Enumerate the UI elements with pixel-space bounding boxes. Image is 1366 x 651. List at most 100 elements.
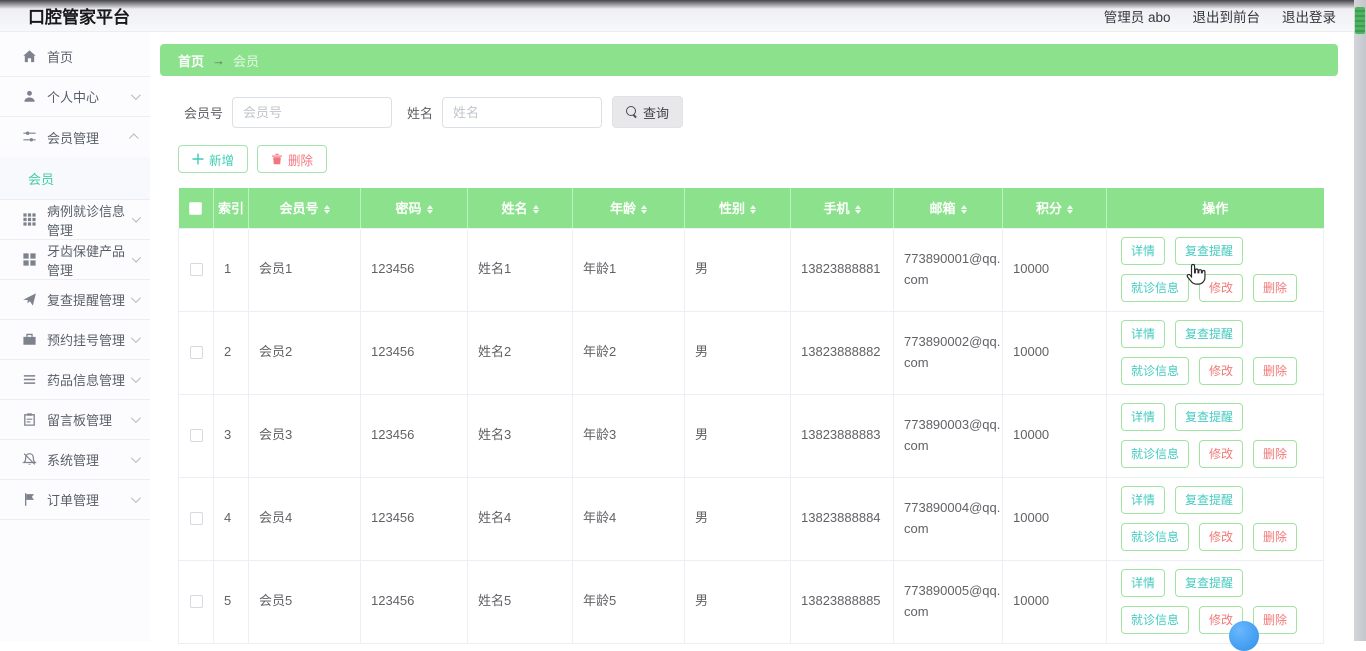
visit-info-button[interactable]: 就诊信息 bbox=[1121, 357, 1190, 385]
detail-button[interactable]: 详情 bbox=[1121, 320, 1166, 348]
edit-button[interactable]: 修改 bbox=[1199, 523, 1244, 551]
row-checkbox[interactable] bbox=[189, 595, 203, 609]
cell-points: 10000 bbox=[1002, 393, 1107, 478]
clipboard-icon bbox=[22, 412, 38, 428]
row-delete-button[interactable]: 删除 bbox=[1253, 274, 1298, 302]
edit-button[interactable]: 修改 bbox=[1199, 357, 1244, 385]
sidebar-item-home[interactable]: 首页 bbox=[0, 37, 150, 77]
visit-info-button[interactable]: 就诊信息 bbox=[1121, 274, 1190, 302]
cell-age: 年龄5 bbox=[572, 559, 685, 644]
detail-button[interactable]: 详情 bbox=[1121, 403, 1166, 431]
col-phone[interactable]: 手机 bbox=[790, 188, 894, 228]
chevron-down-icon bbox=[130, 373, 141, 384]
table-row: 2 会员2 123456 姓名2 年龄2 男 13823888882 77389… bbox=[178, 310, 1324, 395]
col-points[interactable]: 积分 bbox=[1002, 188, 1107, 228]
recheck-remind-button[interactable]: 复查提醒 bbox=[1175, 237, 1244, 265]
table-body: 1 会员1 123456 姓名1 年龄1 男 13823888881 77389… bbox=[178, 227, 1324, 644]
blocks-icon bbox=[22, 252, 38, 268]
visit-info-button[interactable]: 就诊信息 bbox=[1121, 440, 1190, 468]
edit-button[interactable]: 修改 bbox=[1199, 274, 1244, 302]
row-checkbox[interactable] bbox=[189, 263, 203, 277]
sort-icon[interactable] bbox=[532, 202, 539, 218]
recheck-remind-button[interactable]: 复查提醒 bbox=[1175, 320, 1244, 348]
col-member-no[interactable]: 会员号 bbox=[248, 188, 361, 228]
sidebar-subitem-member[interactable]: 会员 bbox=[0, 157, 150, 199]
sidebar-item-recheck-reminder[interactable]: 复查提醒管理 bbox=[0, 280, 150, 320]
cell-password: 123456 bbox=[360, 310, 468, 395]
breadcrumb-home[interactable]: 首页 bbox=[178, 51, 204, 70]
cell-password: 123456 bbox=[360, 476, 468, 561]
cell-points: 10000 bbox=[1002, 227, 1107, 312]
cell-phone: 13823888884 bbox=[790, 476, 894, 561]
col-age[interactable]: 年龄 bbox=[572, 188, 685, 228]
sidebar-item-medicine-info[interactable]: 药品信息管理 bbox=[0, 360, 150, 400]
sort-icon[interactable] bbox=[1067, 202, 1073, 218]
col-password[interactable]: 密码 bbox=[360, 188, 468, 228]
chevron-down-icon bbox=[130, 493, 141, 504]
breadcrumb: 首页 → 会员 bbox=[160, 44, 1338, 76]
delete-button[interactable]: 删除 bbox=[257, 145, 328, 173]
search-icon bbox=[626, 106, 638, 118]
row-delete-button[interactable]: 删除 bbox=[1253, 523, 1298, 551]
member-no-input[interactable] bbox=[232, 96, 393, 128]
recheck-remind-button[interactable]: 复查提醒 bbox=[1175, 569, 1244, 597]
sort-icon[interactable] bbox=[641, 202, 647, 218]
table-row: 5 会员5 123456 姓名5 年龄5 男 13823888885 77389… bbox=[178, 559, 1324, 644]
breadcrumb-arrow: → bbox=[212, 52, 226, 68]
sidebar-item-label: 复查提醒管理 bbox=[47, 293, 126, 308]
detail-button[interactable]: 详情 bbox=[1121, 486, 1166, 514]
sort-icon[interactable] bbox=[854, 202, 861, 218]
breadcrumb-current: 会员 bbox=[233, 53, 260, 69]
select-all-checkbox[interactable] bbox=[189, 202, 203, 216]
grid-icon bbox=[22, 212, 38, 228]
cell-password: 123456 bbox=[360, 227, 468, 312]
col-name[interactable]: 姓名 bbox=[467, 188, 573, 228]
table-row: 4 会员4 123456 姓名4 年龄4 男 13823888884 77389… bbox=[178, 476, 1324, 561]
cell-phone: 13823888883 bbox=[790, 393, 894, 478]
row-checkbox[interactable] bbox=[189, 346, 203, 360]
edit-button[interactable]: 修改 bbox=[1199, 440, 1244, 468]
logout-link[interactable]: 退出登录 bbox=[1282, 6, 1336, 26]
sidebar-item-label: 病例就诊信息管理 bbox=[47, 203, 126, 238]
sidebar-item-order-mgmt[interactable]: 订单管理 bbox=[0, 480, 150, 520]
search-form: 会员号 姓名 查询 bbox=[184, 96, 1350, 128]
cell-actions: 详情 复查提醒 就诊信息 修改 删除 bbox=[1106, 476, 1324, 561]
sidebar-item-profile[interactable]: 个人中心 bbox=[0, 77, 150, 117]
exit-to-front-link[interactable]: 退出到前台 bbox=[1193, 6, 1261, 26]
vertical-scrollbar bbox=[1354, 0, 1366, 641]
floating-action-button[interactable] bbox=[1229, 621, 1259, 651]
sort-icon[interactable] bbox=[323, 202, 330, 218]
name-input[interactable] bbox=[442, 96, 603, 128]
col-gender[interactable]: 性别 bbox=[684, 188, 791, 228]
row-delete-button[interactable]: 删除 bbox=[1253, 440, 1298, 468]
col-email[interactable]: 邮箱 bbox=[893, 188, 1003, 228]
sidebar-item-dental-products[interactable]: 牙齿保健产品管理 bbox=[0, 240, 150, 280]
sidebar-item-member-mgmt[interactable]: 会员管理 bbox=[0, 117, 150, 157]
cell-age: 年龄3 bbox=[572, 393, 685, 478]
detail-button[interactable]: 详情 bbox=[1121, 569, 1166, 597]
add-button[interactable]: 新增 bbox=[178, 145, 249, 173]
row-delete-button[interactable]: 删除 bbox=[1253, 606, 1298, 634]
send-icon bbox=[22, 292, 38, 308]
name-label: 姓名 bbox=[407, 105, 434, 121]
cell-index: 1 bbox=[213, 227, 249, 312]
visit-info-button[interactable]: 就诊信息 bbox=[1121, 606, 1190, 634]
sort-icon[interactable] bbox=[960, 202, 967, 218]
visit-info-button[interactable]: 就诊信息 bbox=[1121, 523, 1190, 551]
sidebar-item-system-mgmt[interactable]: 系统管理 bbox=[0, 440, 150, 480]
scrollbar-thumb[interactable] bbox=[1355, 7, 1365, 34]
sort-icon[interactable] bbox=[750, 202, 756, 218]
row-delete-button[interactable]: 删除 bbox=[1253, 357, 1298, 385]
cell-email: 773890005@qq.com bbox=[893, 559, 1003, 644]
recheck-remind-button[interactable]: 复查提醒 bbox=[1175, 403, 1244, 431]
sidebar-item-appointment[interactable]: 预约挂号管理 bbox=[0, 320, 150, 360]
sort-icon[interactable] bbox=[426, 202, 433, 218]
row-checkbox[interactable] bbox=[189, 429, 203, 443]
sidebar-item-case-visit-info[interactable]: 病例就诊信息管理 bbox=[0, 200, 150, 240]
query-button[interactable]: 查询 bbox=[612, 96, 684, 128]
cell-age: 年龄2 bbox=[572, 310, 685, 395]
sidebar-item-message-board[interactable]: 留言板管理 bbox=[0, 400, 150, 440]
row-checkbox[interactable] bbox=[189, 512, 203, 526]
detail-button[interactable]: 详情 bbox=[1121, 237, 1166, 265]
recheck-remind-button[interactable]: 复查提醒 bbox=[1175, 486, 1244, 514]
